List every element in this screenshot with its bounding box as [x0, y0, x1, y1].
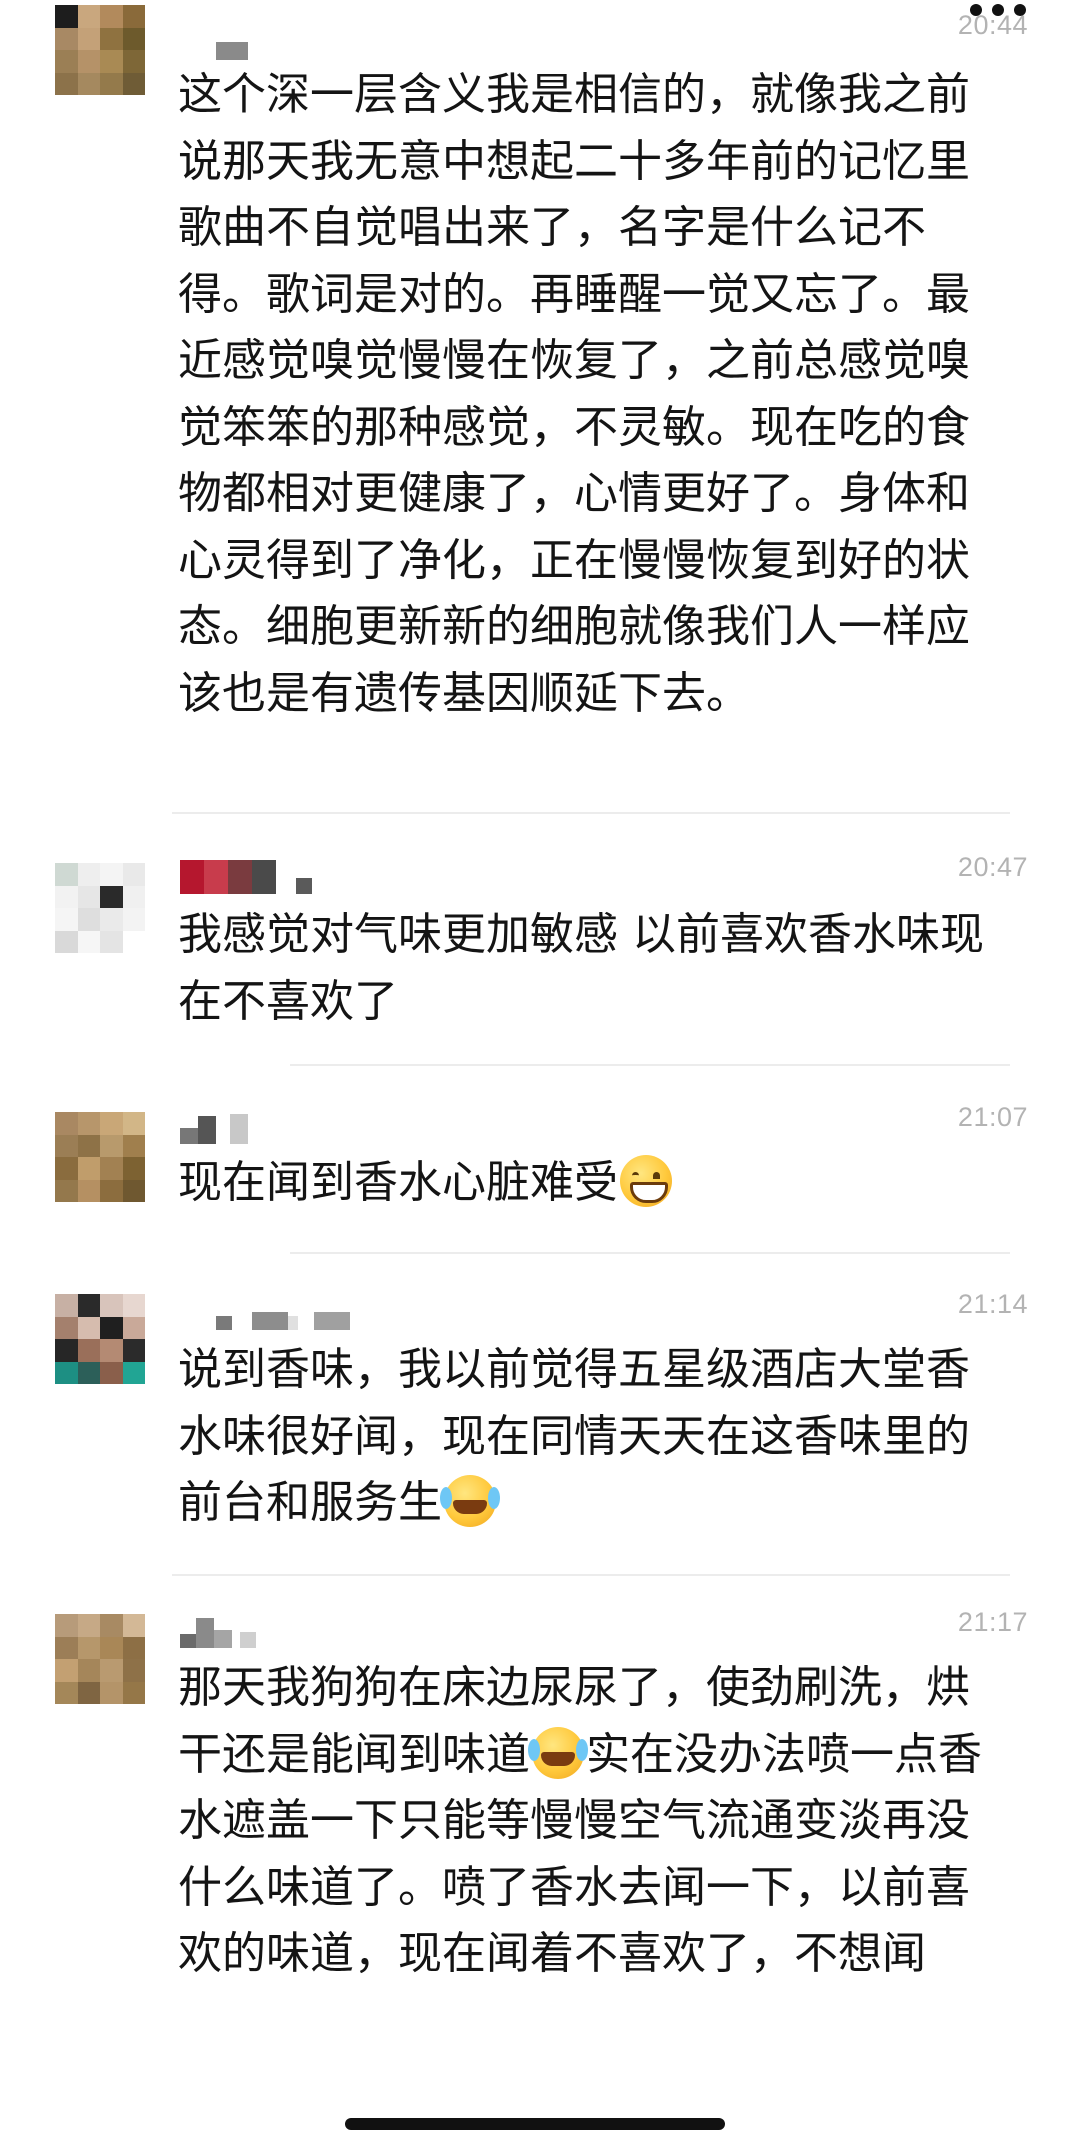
avatar[interactable] — [55, 1294, 145, 1384]
username-redacted[interactable] — [180, 28, 248, 60]
divider — [290, 1064, 1010, 1066]
avatar[interactable] — [55, 5, 145, 95]
divider — [172, 1574, 1010, 1576]
comment-text: 我感觉对气味更加敏感 以前喜欢香水味现在不喜欢了 — [178, 909, 984, 1027]
comment-time: 21:17 — [957, 1607, 1028, 1637]
comment-text-body: 现在闻到香水心脏难受 — [178, 1157, 618, 1208]
username-redacted[interactable] — [180, 1616, 256, 1648]
comment-time: 21:07 — [957, 1102, 1028, 1132]
comment-text-body: 说到香味，我以前觉得五星级酒店大堂香水味很好闻，现在同情天天在这香味里的前台和服… — [178, 1344, 970, 1528]
crying-face-icon — [440, 1475, 496, 1527]
grinning-face-icon — [620, 1155, 672, 1207]
comment-text: 说到香味，我以前觉得五星级酒店大堂香水味很好闻，现在同情天天在这香味里的前台和服… — [178, 1337, 1008, 1537]
username-redacted[interactable] — [180, 1298, 350, 1330]
avatar[interactable] — [55, 1112, 145, 1202]
divider — [290, 1252, 1010, 1254]
avatar[interactable] — [55, 863, 145, 953]
comment-text: 那天我狗狗在床边尿尿了，使劲刷洗，烘干还是能闻到味道 实在没办法喷一点香水遮盖一下… — [178, 1655, 1008, 1988]
comment-time: 20:44 — [957, 10, 1028, 40]
home-indicator[interactable] — [345, 2118, 725, 2130]
username-redacted[interactable] — [180, 1112, 248, 1144]
comment-text: 现在闻到香水心脏难受 — [178, 1150, 1008, 1217]
crying-face-icon — [528, 1726, 584, 1779]
comment-text: 这个深一层含义我是相信的，就像我之前说那天我无意中想起二十多年前的记忆里歌曲不自… — [178, 69, 970, 719]
divider — [172, 812, 1010, 814]
avatar[interactable] — [55, 1614, 145, 1704]
comment-time: 21:14 — [957, 1289, 1028, 1319]
comment-time: 20:47 — [957, 852, 1028, 882]
username-redacted[interactable] — [180, 860, 312, 894]
